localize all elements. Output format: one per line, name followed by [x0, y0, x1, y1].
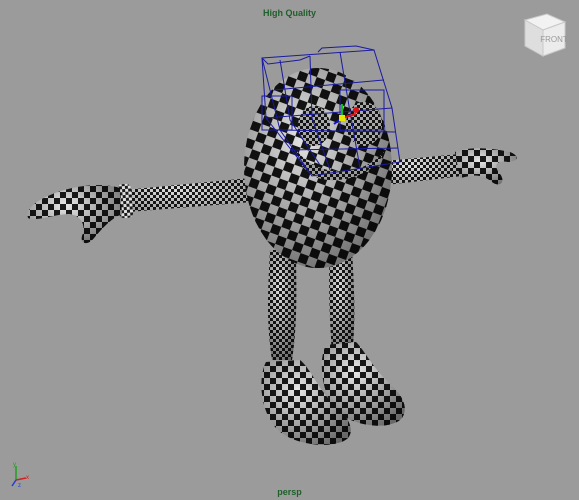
- axis-gizmo-icon: y x z: [8, 460, 36, 489]
- right-arm: [375, 148, 517, 186]
- render-mode-label: High Quality: [262, 8, 316, 18]
- perspective-viewport[interactable]: High Quality FRONT y x z persp: [0, 0, 579, 500]
- viewcube-icon[interactable]: FRONT: [517, 10, 569, 62]
- left-leg: [268, 250, 297, 360]
- axis-y-label: y: [13, 462, 16, 468]
- viewcube-front-label: FRONT: [540, 35, 568, 44]
- camera-name-label: persp: [277, 487, 302, 497]
- axis-x-label: x: [26, 475, 29, 481]
- left-arm: [27, 178, 252, 244]
- scene-view[interactable]: [0, 0, 579, 500]
